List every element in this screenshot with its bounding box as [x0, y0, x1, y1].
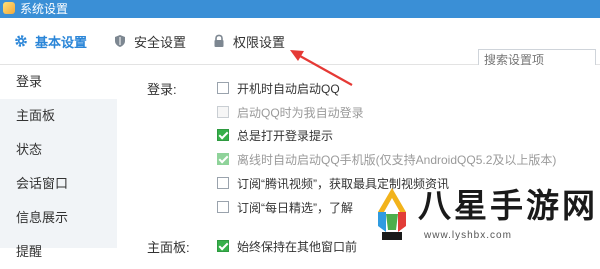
watermark-brand-text: 八星手游网	[418, 186, 598, 225]
option-offline-mobile-qq: 离线时自动启动QQ手机版(仅支持AndroidQQ5.2及以上版本)	[217, 150, 556, 168]
option-text: 启动QQ时为我自动登录	[237, 105, 364, 120]
login-section-label: 登录:	[147, 82, 177, 97]
option-text: 始终保持在其他窗口前	[237, 239, 358, 254]
checkbox[interactable]	[217, 129, 229, 141]
option-login-prompt[interactable]: 总是打开登录提示	[217, 126, 333, 144]
sidebar-item-main-panel[interactable]: 主面板	[0, 99, 117, 133]
option-text: 开机时自动启动QQ	[237, 81, 340, 96]
checkbox[interactable]	[217, 177, 229, 189]
checkbox	[217, 153, 229, 165]
option-autostart-on-boot[interactable]: 开机时自动启动QQ	[217, 79, 340, 97]
tab-permission-settings[interactable]: 权限设置	[212, 18, 285, 64]
checkbox[interactable]	[217, 201, 229, 213]
qq-app-icon	[3, 2, 15, 14]
option-text: 总是打开登录提示	[237, 128, 334, 143]
sidebar-item-status[interactable]: 状态	[0, 133, 117, 167]
checkbox[interactable]	[217, 240, 229, 252]
sidebar-item-login[interactable]: 登录	[0, 65, 117, 99]
option-auto-login: 启动QQ时为我自动登录	[217, 103, 364, 121]
tab-permission-label: 权限设置	[233, 34, 286, 50]
tab-basic-settings[interactable]: 基本设置	[14, 18, 87, 64]
sidebar-item-reminder[interactable]: 提醒	[0, 235, 117, 269]
option-subscribe-daily-picks[interactable]: 订阅“每日精选”，了解	[217, 198, 353, 216]
lock-icon	[212, 34, 226, 48]
shield-icon	[113, 34, 127, 48]
tab-basic-label: 基本设置	[35, 34, 88, 50]
checkbox[interactable]	[217, 82, 229, 94]
option-text: 订阅“每日精选”，了解	[237, 200, 353, 215]
sidebar-item-chat-window[interactable]: 会话窗口	[0, 167, 117, 201]
panel-section-label: 主面板:	[147, 240, 190, 255]
watermark-url: www.lyshbx.com	[424, 230, 512, 241]
sidebar-item-info-display[interactable]: 信息展示	[0, 201, 117, 235]
sidebar-nav: 登录 主面板 状态 会话窗口 信息展示 提醒	[0, 65, 117, 259]
gear-icon	[14, 34, 28, 48]
watermark-logo-icon	[378, 188, 406, 240]
checkbox	[217, 106, 229, 118]
tab-security-label: 安全设置	[134, 34, 187, 50]
settings-tabbar: 基本设置 安全设置 权限设置	[0, 18, 600, 71]
option-text: 离线时自动启动QQ手机版(仅支持AndroidQQ5.2及以上版本)	[237, 152, 557, 167]
window-titlebar: 系统设置	[0, 0, 600, 18]
site-watermark: 八星手游网 www.lyshbx.com	[360, 182, 600, 248]
option-always-on-top[interactable]: 始终保持在其他窗口前	[217, 237, 357, 255]
window-title: 系统设置	[20, 2, 69, 16]
tab-security-settings[interactable]: 安全设置	[113, 18, 186, 64]
